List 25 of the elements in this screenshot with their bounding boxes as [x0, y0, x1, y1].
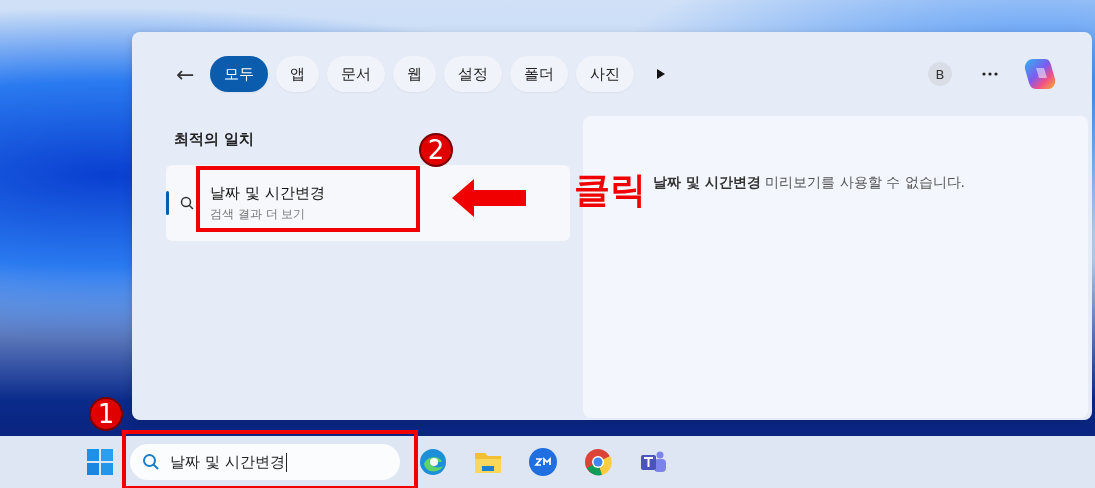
assistant-logo-icon[interactable]	[1022, 56, 1058, 92]
back-button[interactable]: ←	[176, 61, 203, 87]
filter-tab[interactable]: 문서	[327, 56, 386, 92]
filter-tab[interactable]: 설정	[444, 56, 503, 92]
arrow-icon	[452, 179, 526, 217]
next-arrow-icon[interactable]	[656, 68, 667, 80]
meeting-app-icon[interactable]	[528, 447, 558, 477]
start-icon[interactable]	[86, 448, 114, 476]
chrome-icon[interactable]	[583, 447, 613, 477]
profile-avatar[interactable]: B	[928, 62, 952, 86]
selection-indicator	[166, 191, 169, 215]
result-subtitle: 검색 결과 더 보기	[210, 205, 307, 223]
filter-tab[interactable]: 폴더	[510, 56, 569, 92]
more-icon[interactable]	[982, 72, 998, 76]
browser-icon[interactable]	[418, 447, 448, 477]
filter-tab[interactable]: 웹	[393, 56, 437, 92]
filter-tab[interactable]: 사진	[576, 56, 635, 92]
callout-label: 클릭	[574, 168, 646, 212]
preview-message: 날짜 및 시간변경 미리보기를 사용할 수 없습니다.	[653, 174, 966, 192]
search-icon	[142, 453, 160, 471]
taskbar-search-field[interactable]: 날짜 및 시간변경	[130, 444, 400, 480]
result-title: 날짜 및 시간변경	[210, 183, 325, 203]
search-icon	[180, 196, 194, 210]
filter-tab[interactable]: 모두	[210, 56, 269, 92]
filter-tab[interactable]: 앱	[276, 56, 320, 92]
